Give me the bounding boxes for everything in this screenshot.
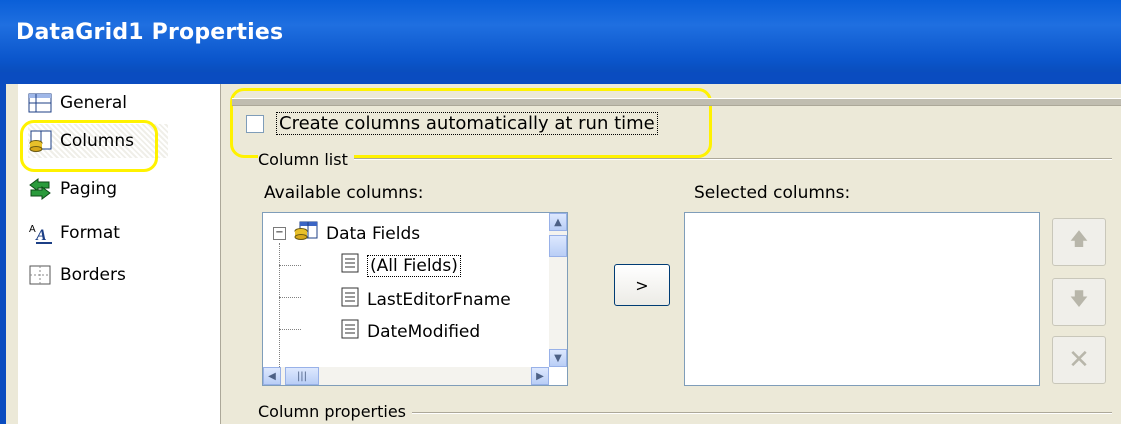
- nav-item-label: Format: [60, 223, 120, 243]
- move-up-button[interactable]: 🡅: [1052, 218, 1106, 266]
- available-columns-tree[interactable]: − Data Fields (All Fields) LastEditorFna…: [262, 212, 568, 386]
- tree-guide-branch: [279, 265, 301, 266]
- scroll-right-button[interactable]: ▶: [531, 367, 549, 385]
- field-icon: [341, 287, 359, 312]
- column-list-label: Column list: [258, 150, 354, 169]
- nav-item-label: Borders: [60, 265, 126, 285]
- column-list-divider: [262, 158, 1112, 160]
- grid-icon: [28, 92, 52, 114]
- tree-node-field[interactable]: LastEditorFname: [341, 287, 511, 312]
- tree-node-field[interactable]: DateModified: [341, 319, 480, 344]
- nav-item-borders[interactable]: Borders: [28, 258, 126, 292]
- tree-node-label: Data Fields: [326, 223, 421, 244]
- collapse-icon[interactable]: −: [273, 227, 286, 240]
- nav-item-format[interactable]: AA Format: [28, 216, 120, 250]
- tree-vertical-scrollbar[interactable]: ▲ ▼: [549, 213, 567, 367]
- nav-item-label: Paging: [60, 179, 117, 199]
- auto-create-columns-option[interactable]: Create columns automatically at run time: [246, 112, 658, 135]
- scroll-thumb[interactable]: |||: [285, 367, 319, 385]
- paging-arrows-icon: [28, 178, 52, 200]
- selected-columns-label: Selected columns:: [694, 183, 851, 203]
- scroll-left-button[interactable]: ◀: [263, 367, 281, 385]
- tree-guide-branch: [279, 329, 301, 330]
- tree-node-label: (All Fields): [367, 254, 461, 277]
- available-columns-label: Available columns:: [264, 183, 424, 203]
- move-down-button[interactable]: 🡇: [1052, 278, 1106, 326]
- tree-horizontal-scrollbar[interactable]: ◀ ||| ▶: [263, 367, 549, 385]
- borders-icon: [28, 264, 52, 286]
- scroll-thumb[interactable]: [549, 235, 567, 257]
- tree-node-label: LastEditorFname: [367, 289, 511, 310]
- title-bar[interactable]: DataGrid1 Properties: [0, 0, 1121, 84]
- tree-node-label: DateModified: [367, 321, 481, 342]
- database-table-icon: [294, 221, 318, 246]
- nav-item-general[interactable]: General: [28, 86, 127, 120]
- content-top-separator: [232, 98, 1121, 106]
- nav-item-columns[interactable]: Columns: [28, 124, 168, 158]
- nav-item-label: General: [60, 93, 127, 113]
- field-icon: [341, 253, 359, 278]
- format-font-icon: AA: [28, 222, 52, 244]
- nav-item-paging[interactable]: Paging: [28, 172, 117, 206]
- tree-guide-branch: [279, 297, 301, 298]
- svg-text:A: A: [35, 227, 47, 244]
- arrow-down-icon: 🡇: [1069, 289, 1089, 310]
- add-column-button[interactable]: >: [614, 264, 670, 306]
- auto-create-columns-label[interactable]: Create columns automatically at run time: [276, 112, 658, 135]
- svg-text:A: A: [29, 224, 36, 235]
- title-bar-edge: [0, 72, 1121, 84]
- tree-node-data-fields[interactable]: − Data Fields: [273, 221, 420, 246]
- window-title: DataGrid1 Properties: [16, 20, 284, 45]
- arrow-up-icon: 🡅: [1069, 229, 1089, 250]
- nav-item-label: Columns: [60, 131, 134, 151]
- tree-node-all-fields[interactable]: (All Fields): [341, 253, 461, 278]
- scroll-down-button[interactable]: ▼: [549, 349, 567, 367]
- delete-column-button[interactable]: ✕: [1052, 336, 1106, 384]
- columns-database-icon: [28, 130, 52, 152]
- scroll-up-button[interactable]: ▲: [549, 213, 567, 231]
- property-pages-nav: General Columns Paging AA Format Borders: [18, 84, 221, 424]
- selected-columns-list[interactable]: [684, 212, 1040, 386]
- auto-create-columns-checkbox[interactable]: [246, 114, 264, 133]
- tree-guide-line: [279, 243, 280, 367]
- column-properties-label: Column properties: [258, 402, 413, 421]
- field-icon: [341, 319, 359, 344]
- window-left-border: [0, 84, 6, 424]
- close-icon: ✕: [1068, 345, 1090, 375]
